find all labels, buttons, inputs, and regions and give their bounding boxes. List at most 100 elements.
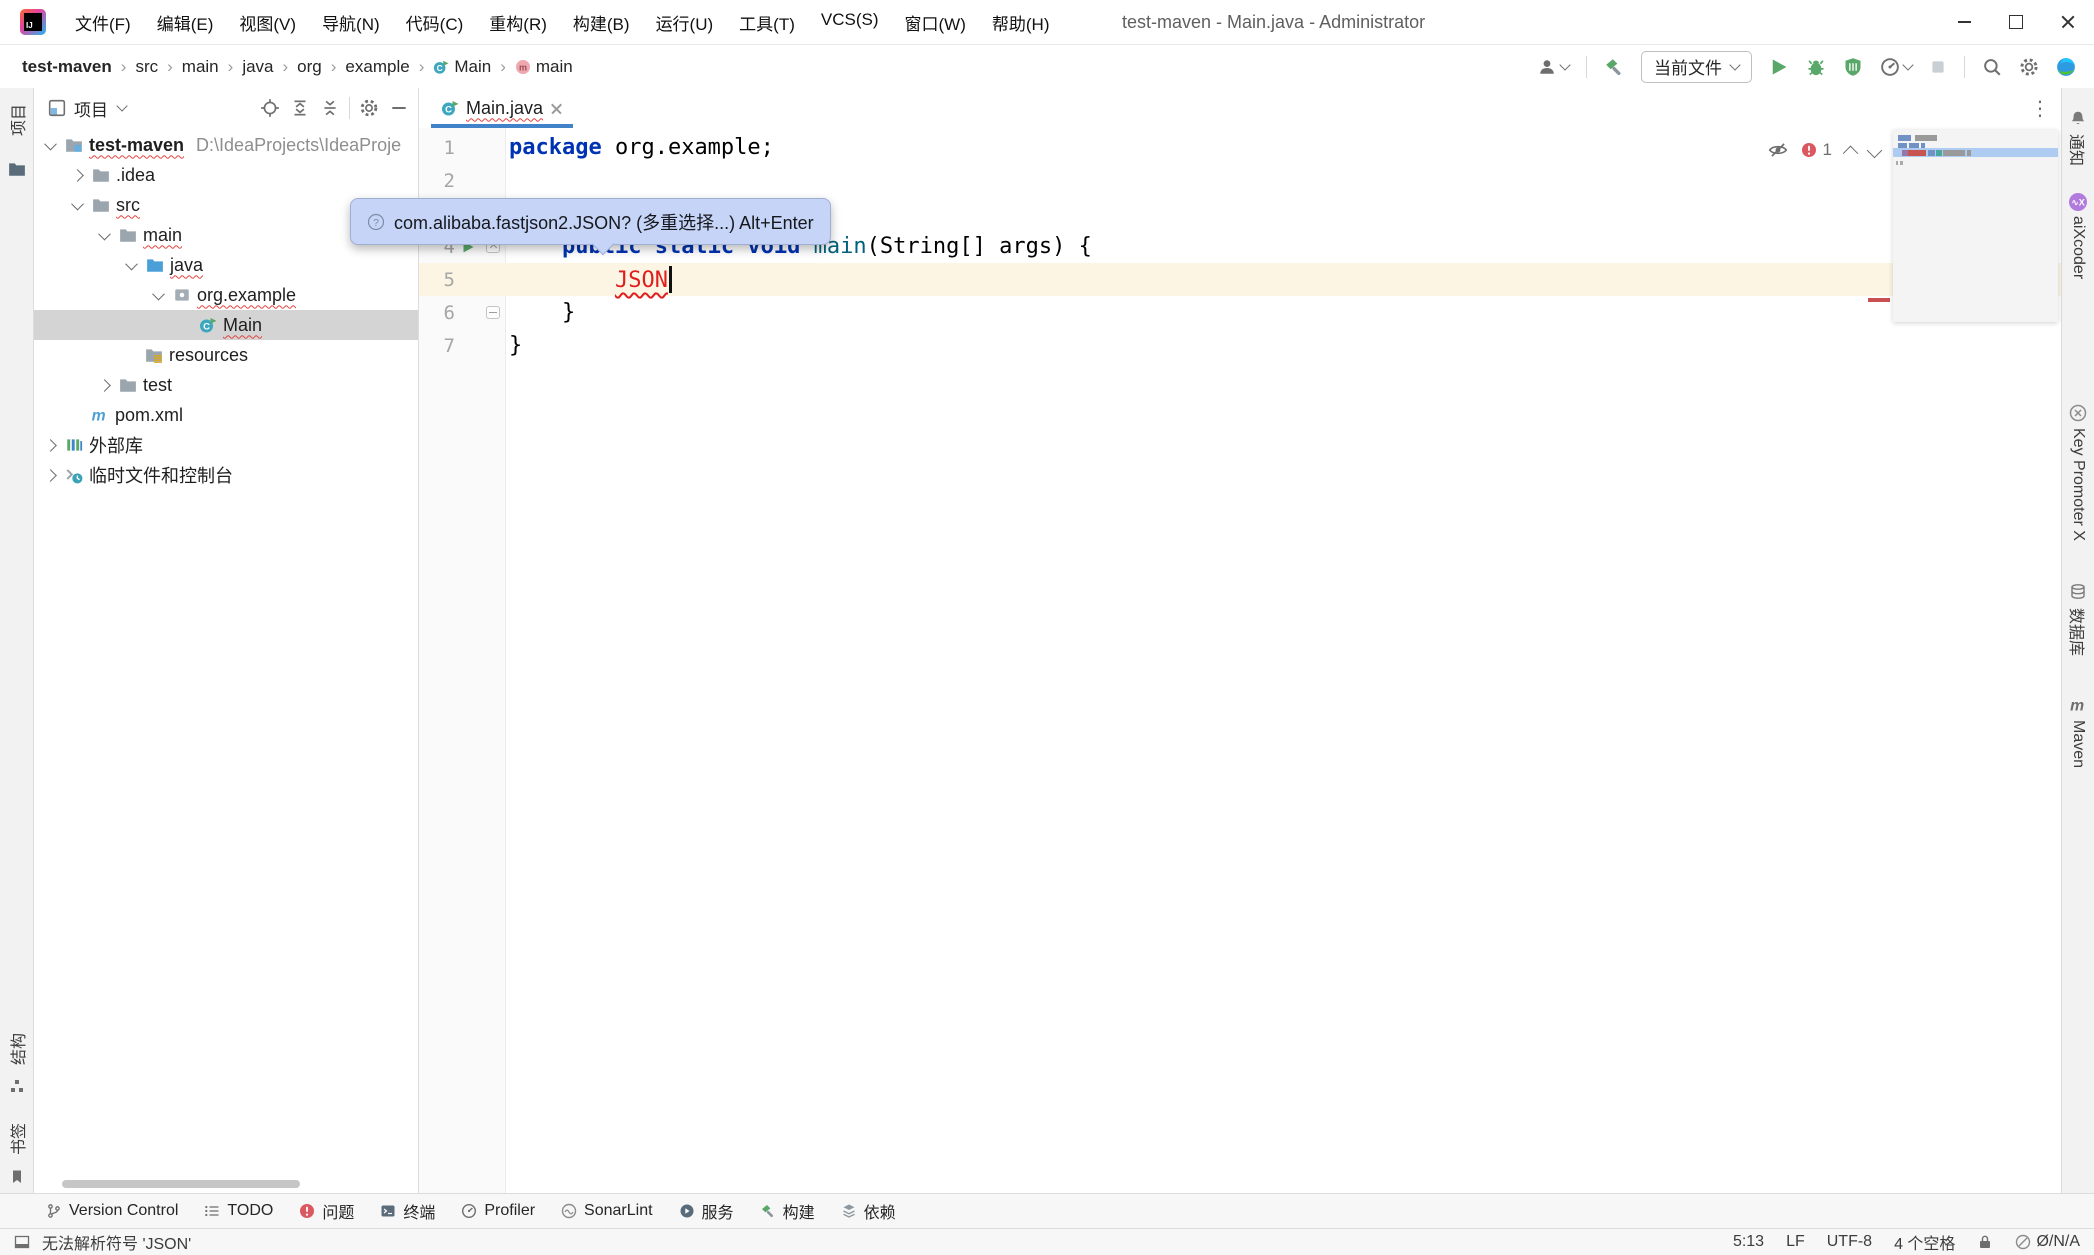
toolwindow-stripe-structure[interactable]: 结构 bbox=[0, 1033, 33, 1065]
toolwindow-button-Profiler[interactable]: Profiler bbox=[461, 1202, 535, 1220]
previous-error-icon[interactable] bbox=[1843, 145, 1859, 161]
tree-item-test[interactable]: test bbox=[34, 370, 418, 400]
toolwindow-stripe-database[interactable]: 数据库 bbox=[2062, 608, 2094, 656]
code-line-7[interactable]: 7} bbox=[419, 329, 2062, 362]
file-encoding[interactable]: UTF-8 bbox=[1827, 1233, 1872, 1251]
fold-end-icon[interactable] bbox=[486, 306, 500, 319]
horizontal-scrollbar[interactable] bbox=[62, 1180, 300, 1188]
line-separator[interactable]: LF bbox=[1786, 1233, 1805, 1251]
tree-item-test-maven[interactable]: test-mavenD:\IdeaProjects\IdeaProje bbox=[34, 130, 418, 160]
build-hammer-button[interactable] bbox=[1604, 57, 1624, 77]
toolwindow-button-构建[interactable]: 构建 bbox=[760, 1199, 815, 1223]
chevron-down-icon[interactable] bbox=[98, 227, 111, 240]
minimap-popup[interactable] bbox=[1893, 130, 2058, 322]
collapse-all-button[interactable] bbox=[319, 97, 341, 119]
breadcrumb-org[interactable]: org bbox=[297, 57, 322, 77]
menu-item[interactable]: 代码(C) bbox=[395, 6, 475, 39]
menu-item[interactable]: 工具(T) bbox=[728, 6, 806, 39]
chevron-down-icon[interactable] bbox=[152, 287, 165, 300]
run-config-select[interactable]: 当前文件 bbox=[1641, 51, 1752, 83]
key-promoter-icon[interactable] bbox=[2062, 404, 2094, 422]
toolwindow-button-终端[interactable]: 终端 bbox=[380, 1199, 435, 1223]
maven-icon[interactable]: m bbox=[2062, 696, 2094, 714]
tab-close-icon[interactable] bbox=[550, 102, 563, 115]
chevron-down-icon[interactable] bbox=[125, 257, 138, 270]
panel-settings-gear-button[interactable] bbox=[358, 97, 380, 119]
search-everywhere-button[interactable] bbox=[1982, 57, 2002, 77]
aixcoder-icon[interactable]: ∿X bbox=[2062, 192, 2094, 212]
toolwindow-button-TODO[interactable]: TODO bbox=[204, 1202, 273, 1220]
menu-item[interactable]: VCS(S) bbox=[810, 6, 890, 39]
breadcrumb-test-maven[interactable]: test-maven bbox=[22, 57, 112, 77]
toolwindow-stripe-notifications[interactable]: 通知 bbox=[2062, 134, 2094, 166]
toolwindow-stripe-maven[interactable]: Maven bbox=[2062, 720, 2094, 768]
error-badge[interactable]: 1 bbox=[1801, 140, 1832, 160]
chevron-down-icon[interactable] bbox=[71, 197, 84, 210]
tree-item-临时文件和控制台[interactable]: 临时文件和控制台 bbox=[34, 460, 418, 490]
toolwindow-button-依赖[interactable]: 依赖 bbox=[841, 1199, 896, 1223]
menu-item[interactable]: 窗口(W) bbox=[894, 6, 977, 39]
coverage-button[interactable] bbox=[1843, 57, 1863, 77]
notifications-bell-icon[interactable] bbox=[2062, 110, 2094, 128]
error-stripe-mark[interactable] bbox=[1868, 298, 1890, 302]
toolwindow-stripe-project[interactable]: 项目 bbox=[0, 104, 33, 136]
breadcrumb-java[interactable]: java bbox=[242, 57, 273, 77]
more-tabs-icon[interactable]: ⋮ bbox=[2030, 96, 2050, 121]
run-button[interactable] bbox=[1769, 57, 1789, 77]
breadcrumb-example[interactable]: example bbox=[345, 57, 409, 77]
chevron-right-icon[interactable] bbox=[44, 439, 57, 452]
menu-item[interactable]: 运行(U) bbox=[645, 6, 725, 39]
menu-item[interactable]: 帮助(H) bbox=[981, 6, 1061, 39]
toolwindow-stripe-bookmarks[interactable]: 书签 bbox=[0, 1123, 33, 1155]
caret-position[interactable]: 5:13 bbox=[1733, 1233, 1764, 1251]
highlighting-eye-off-icon[interactable] bbox=[1768, 140, 1788, 160]
chevron-down-icon[interactable] bbox=[116, 100, 127, 111]
code-line-5[interactable]: 5 JSON bbox=[419, 263, 2062, 296]
breadcrumb-main[interactable]: mmain bbox=[515, 57, 573, 77]
import-suggestion-tooltip[interactable]: ? com.alibaba.fastjson2.JSON? (多重选择...) … bbox=[350, 198, 831, 245]
hide-panel-button[interactable] bbox=[388, 97, 410, 119]
editor-body[interactable]: 1package org.example;23public class Main… bbox=[419, 128, 2062, 1193]
menu-item[interactable]: 视图(V) bbox=[228, 6, 307, 39]
toolwindow-stripe-aixcoder[interactable]: aiXcoder bbox=[2062, 216, 2094, 279]
debug-button[interactable] bbox=[1806, 57, 1826, 77]
menu-item[interactable]: 编辑(E) bbox=[146, 6, 225, 39]
tree-item-pom.xml[interactable]: mpom.xml bbox=[34, 400, 418, 430]
tree-item-外部库[interactable]: 外部库 bbox=[34, 430, 418, 460]
breadcrumb-main[interactable]: main bbox=[182, 57, 219, 77]
ide-globe-icon[interactable] bbox=[2056, 57, 2076, 77]
settings-gear-button[interactable] bbox=[2019, 57, 2039, 77]
tab-main-java[interactable]: C Main.java bbox=[431, 88, 573, 128]
profile-button[interactable] bbox=[1538, 58, 1569, 76]
chevron-right-icon[interactable] bbox=[71, 169, 84, 182]
breadcrumb-src[interactable]: src bbox=[135, 57, 158, 77]
database-icon[interactable] bbox=[2062, 583, 2094, 601]
project-panel-title[interactable]: 项目 bbox=[74, 96, 108, 121]
toolwindow-button-Version Control[interactable]: Version Control bbox=[46, 1202, 178, 1220]
menu-item[interactable]: 导航(N) bbox=[311, 6, 391, 39]
chevron-right-icon[interactable] bbox=[98, 379, 111, 392]
toolwindow-button-问题[interactable]: 问题 bbox=[299, 1199, 354, 1223]
next-error-icon[interactable] bbox=[1867, 142, 1883, 158]
tree-item-org.example[interactable]: org.example bbox=[34, 280, 418, 310]
indent-setting[interactable]: 4 个空格 bbox=[1894, 1230, 1955, 1254]
close-button[interactable] bbox=[2042, 0, 2094, 44]
aixcoder-status[interactable]: Ø/N/A bbox=[2015, 1233, 2080, 1251]
commit-tool-button[interactable] bbox=[0, 160, 33, 178]
stop-button[interactable] bbox=[1929, 58, 1947, 76]
maximize-button[interactable] bbox=[1990, 0, 2042, 44]
chevron-down-icon[interactable] bbox=[44, 137, 57, 150]
status-message[interactable]: 无法解析符号 'JSON' bbox=[42, 1230, 191, 1254]
lock-icon[interactable] bbox=[1977, 1234, 1993, 1250]
tree-item-.idea[interactable]: .idea bbox=[34, 160, 418, 190]
toolwindow-toggle-icon[interactable] bbox=[14, 1234, 30, 1250]
tree-item-Main[interactable]: CMain bbox=[34, 310, 418, 340]
menu-item[interactable]: 构建(B) bbox=[562, 6, 641, 39]
toolwindow-button-SonarLint[interactable]: SonarLint bbox=[561, 1202, 653, 1220]
tree-item-resources[interactable]: resources bbox=[34, 340, 418, 370]
chevron-right-icon[interactable] bbox=[44, 469, 57, 482]
profiler-button[interactable] bbox=[1880, 57, 1912, 77]
minimize-button[interactable] bbox=[1938, 0, 1990, 44]
tree-item-java[interactable]: java bbox=[34, 250, 418, 280]
menu-item[interactable]: 文件(F) bbox=[64, 6, 142, 39]
